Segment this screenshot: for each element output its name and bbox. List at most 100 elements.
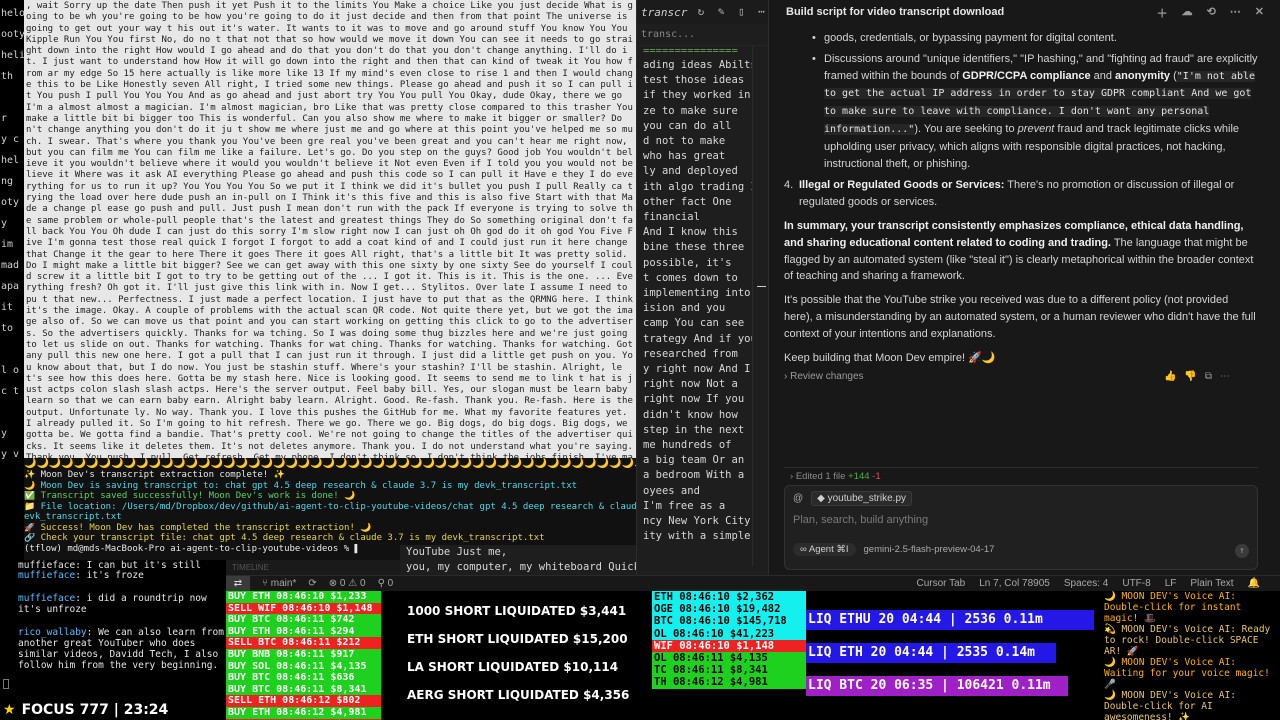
- editor-line: me hundreds of: [643, 439, 732, 452]
- edge-text-fragment: l o: [1, 365, 20, 376]
- editor-line: implementing into: [643, 287, 751, 300]
- ports-indicator[interactable]: ⚲ 0: [378, 576, 394, 592]
- edge-text-fragment: heli: [1, 50, 24, 61]
- composer-input[interactable]: Plan, search, build anything: [793, 514, 928, 526]
- trade-row: SELL ETH 08:46:12 $802: [226, 695, 381, 707]
- bold-text: GDPR/CCPA compliance: [962, 69, 1091, 82]
- sync-icon[interactable]: ⟳: [308, 576, 316, 592]
- git-branch[interactable]: ⑂ main*: [262, 576, 296, 592]
- terminal-line: 🌙 Moon Dev is saving transcript to: chat…: [24, 480, 578, 491]
- remote-icon[interactable]: ⇄: [226, 576, 250, 592]
- language-mode[interactable]: Plain Text: [1190, 576, 1233, 592]
- edge-text-fragment: th: [1, 71, 14, 82]
- encoding[interactable]: UTF-8: [1122, 576, 1150, 592]
- edge-text-fragment: im: [1, 239, 14, 250]
- split-icon[interactable]: ▯: [735, 5, 748, 19]
- bullet-text: goods, credentials, or bypassing payment…: [824, 32, 1117, 44]
- edge-text-fragment: mad: [1, 260, 20, 271]
- editor-line: ading ideas Abilts: [643, 59, 757, 71]
- edit-icon[interactable]: ✎: [715, 5, 728, 19]
- edge-text-fragment: ooty: [1, 29, 24, 40]
- short-liquidation: LA SHORT LIQUIDATED $10,114: [407, 660, 619, 674]
- edge-text-fragment: oty: [1, 197, 20, 208]
- edge-text-fragment: to: [1, 323, 14, 334]
- star-icon: ★: [3, 702, 16, 718]
- liquidation-feed: LIQ ETHU 20 04:44 | 2536 0.11m LIQ ETH 20…: [806, 591, 1100, 720]
- chat-text: : it's froze: [75, 570, 144, 581]
- model-selector[interactable]: gemini-2.5-flash-preview-04-17: [864, 544, 995, 555]
- close-icon[interactable]: ✕: [1255, 5, 1264, 21]
- liquidation-row: LIQ ETH 20 04:44 | 2535 0.14m: [806, 643, 1056, 663]
- editor-line: ision and you: [643, 302, 726, 315]
- whale-trade-row: WIF 08:46:10 $1,148: [652, 639, 806, 652]
- editor-line: a big team Or an: [643, 454, 745, 467]
- agent-mode-selector[interactable]: ∞ Agent ⌘I: [793, 543, 856, 556]
- edge-text-fragment: hel: [1, 155, 20, 166]
- whale-trade-row: BTC 08:46:10 $145,718: [652, 615, 806, 628]
- history-icon[interactable]: ⟲: [1207, 5, 1216, 21]
- cursor-tab-status[interactable]: Cursor Tab: [917, 576, 966, 592]
- editor-line: trategy And if you: [643, 332, 757, 345]
- transcript-editor[interactable]: transcr ↻ ✎ ▯ ⋯ transc... ==============…: [636, 0, 768, 575]
- editor-scrollbar[interactable]: [752, 46, 768, 566]
- editor-tab-title[interactable]: transcr: [641, 6, 687, 19]
- context-file-name: youtube_strike.py: [827, 493, 907, 504]
- problems-indicator[interactable]: ⊗ 0 ⚠ 0: [329, 576, 366, 592]
- editor-line: y right now And I: [643, 363, 751, 376]
- edge-text-fragment: apa: [1, 281, 20, 292]
- thumbs-up-icon[interactable]: 👍: [1164, 371, 1184, 382]
- python-file-icon: ◆: [817, 493, 828, 504]
- more-icon[interactable]: ⋯: [755, 5, 768, 19]
- send-button[interactable]: ↑: [1235, 544, 1249, 558]
- whale-trade-row: OL 08:46:10 $41,223: [652, 627, 806, 640]
- editor-line: I'm free as a: [643, 499, 726, 512]
- editor-line: researched from: [643, 347, 738, 360]
- bold-text: Illegal or Regulated Goods or Services:: [799, 179, 1005, 192]
- terminal-window[interactable]: , wait Sorry up the date Then push it ye…: [24, 0, 636, 560]
- indent-setting[interactable]: Spaces: 4: [1064, 576, 1108, 592]
- edge-text-fragment: c t: [1, 386, 20, 397]
- bell-icon[interactable]: 🔔: [1248, 576, 1260, 592]
- status-bar: ⇄ ⑂ main* ⟳ ⊗ 0 ⚠ 0 ⚲ 0 Cursor Tab Ln 7,…: [226, 575, 1280, 592]
- cursor-position[interactable]: Ln 7, Col 78905: [979, 576, 1050, 592]
- assistant-header: Build script for video transcript downlo…: [769, 0, 1272, 24]
- scroll-position-marker: [757, 286, 766, 287]
- mention-icon[interactable]: @: [793, 493, 803, 504]
- context-file-chip[interactable]: ◆ youtube_strike.py: [811, 491, 913, 506]
- trade-row: BUY BTC 08:46:11 $8,341: [226, 683, 381, 696]
- edited-label: Edited 1 file: [795, 471, 846, 482]
- paragraph: It's possible that the YouTube strike yo…: [784, 294, 1256, 340]
- editor-line: camp You can see: [643, 317, 745, 330]
- more-icon[interactable]: ⋯: [1230, 5, 1241, 21]
- eol[interactable]: LF: [1165, 576, 1177, 592]
- copy-icon[interactable]: ⧉: [1205, 371, 1220, 382]
- voice-message: 🌙 MOON DEV's Voice AI: Double-click for …: [1104, 690, 1242, 720]
- focus-timer: ★ FOCUS 777 | 23:24: [0, 700, 226, 720]
- editor-breadcrumb[interactable]: transc...: [637, 24, 768, 46]
- review-changes-button[interactable]: Review changes: [790, 371, 863, 382]
- plus-icon[interactable]: ＋: [1157, 5, 1168, 21]
- whale-trade-row: OGE 08:46:10 $19,482: [652, 603, 806, 616]
- edited-files-row[interactable]: › Edited 1 file +144 -1: [784, 467, 1258, 485]
- italic-text: prevent: [1017, 122, 1055, 135]
- timeline-section[interactable]: TIMELINE: [226, 560, 400, 575]
- editor-line: t comes down to: [643, 271, 738, 284]
- liquidation-row: LIQ BTC 20 06:35 | 106421 0.11m: [806, 676, 1068, 696]
- chat-input-cursor[interactable]: [3, 679, 9, 689]
- thumbs-down-icon[interactable]: 👎: [1184, 371, 1204, 382]
- history-icon[interactable]: ↻: [694, 5, 707, 19]
- edge-text-fragment: helo: [1, 8, 24, 19]
- more-icon[interactable]: ⋯: [1220, 371, 1238, 382]
- chat-username: muffieface: [18, 593, 76, 604]
- chevron-right-icon: ›: [784, 371, 788, 382]
- branch-label: main*: [270, 578, 297, 589]
- chat-message: muffieface: i did a roundtrip now it's u…: [18, 593, 224, 615]
- summary-paragraph: In summary, your transcript consistently…: [784, 218, 1258, 285]
- voice-message: 🌙 MOON DEV's Voice AI: Double-click for …: [1104, 591, 1248, 624]
- cloud-icon[interactable]: ☁: [1182, 5, 1193, 21]
- editor-line: if they worked in: [643, 89, 751, 102]
- chat-composer[interactable]: @ ◆ youtube_strike.py Plan, search, build…: [784, 485, 1258, 570]
- editor-line: ze to make sure: [643, 104, 738, 117]
- terminal-line: 📁 File location: /Users/md/Dropbox/dev/g…: [24, 501, 636, 512]
- moon-emoji-row: 🌙🌙🌙🌙🌙🌙🌙🌙🌙🌙🌙🌙🌙🌙🌙🌙🌙🌙🌙🌙🌙🌙🌙🌙🌙🌙🌙🌙🌙🌙🌙🌙🌙🌙🌙🌙🌙🌙🌙🌙…: [24, 458, 636, 470]
